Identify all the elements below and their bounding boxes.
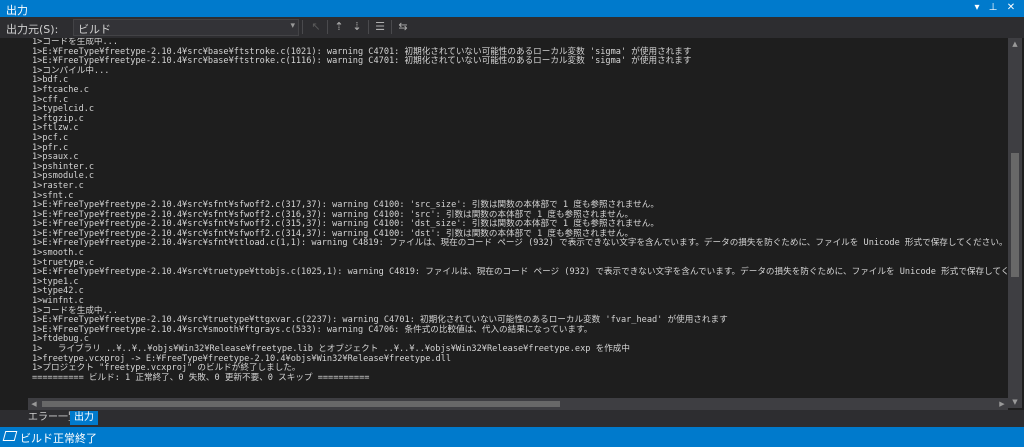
output-line: 1>ftlzw.c	[32, 123, 79, 134]
tab-output[interactable]: 出力	[70, 411, 98, 425]
output-line: 1>typelcid.c	[32, 104, 95, 115]
output-text-area[interactable]: 1>コードを生成中... 1>E:¥FreeType¥freetype-2.10.…	[28, 38, 1008, 398]
toolbar-separator	[391, 20, 392, 34]
output-toolbar: 出力元(S): ビルド ▾ ↖ ⇡ ⇣ ☰ ⇆	[0, 17, 1024, 38]
vertical-scroll-thumb[interactable]	[1011, 153, 1019, 277]
horizontal-scroll-thumb[interactable]	[42, 401, 560, 407]
output-line: 1>E:¥FreeType¥freetype-2.10.4¥src¥base¥f…	[32, 56, 692, 67]
output-line: 1>pshinter.c	[32, 161, 95, 172]
output-line: 1>pfr.c	[32, 142, 69, 153]
scroll-left-icon[interactable]: ◀	[28, 398, 40, 410]
status-bar: ビルド正常終了	[0, 427, 1024, 447]
goto-location-icon[interactable]: ↖	[308, 19, 324, 35]
output-line: 1>psaux.c	[32, 152, 79, 163]
output-line: 1>E:¥FreeType¥freetype-2.10.4¥src¥smooth…	[32, 324, 593, 335]
scroll-down-icon[interactable]: ▼	[1008, 396, 1022, 408]
next-message-icon[interactable]: ⇣	[349, 19, 365, 35]
vertical-scrollbar[interactable]: ▲ ▼	[1008, 38, 1022, 408]
build-status-icon	[2, 431, 18, 441]
output-line: 1>E:¥FreeType¥freetype-2.10.4¥src¥sfnt¥t…	[32, 238, 1008, 249]
output-gutter	[0, 38, 28, 398]
output-line: 1>winfnt.c	[32, 296, 84, 307]
source-value: ビルド	[78, 23, 111, 36]
output-window-titlebar: 出力 ▾ ⊥ ✕	[0, 0, 1024, 17]
source-dropdown[interactable]: ビルド ▾	[73, 19, 299, 36]
previous-message-icon[interactable]: ⇡	[331, 19, 347, 35]
output-line: 1>ftgzip.c	[32, 113, 84, 124]
output-line: 1>raster.c	[32, 180, 84, 191]
chevron-down-icon: ▾	[290, 21, 295, 31]
toolbar-separator	[302, 20, 303, 34]
scroll-right-icon[interactable]: ▶	[996, 398, 1008, 410]
output-line: 1>ftcache.c	[32, 84, 89, 95]
output-line: 1>bdf.c	[32, 75, 69, 86]
output-line: 1>type42.c	[32, 286, 84, 297]
scroll-up-icon[interactable]: ▲	[1008, 38, 1022, 50]
word-wrap-icon[interactable]: ⇆	[395, 19, 411, 35]
output-line: 1>type1.c	[32, 276, 79, 287]
source-label: 出力元(S):	[6, 23, 59, 36]
close-icon[interactable]: ✕	[1004, 1, 1018, 15]
output-line: 1>E:¥FreeType¥freetype-2.10.4¥src¥truety…	[32, 267, 1008, 278]
toolbar-separator	[368, 20, 369, 34]
window-title: 出力	[6, 4, 28, 17]
pin-icon[interactable]: ⊥	[986, 1, 1000, 15]
toolbar-separator	[327, 20, 328, 34]
output-line: 1>smooth.c	[32, 248, 84, 259]
clear-all-icon[interactable]: ☰	[372, 19, 388, 35]
panel-tab-bar: エラー一覧 出力	[0, 410, 1024, 427]
horizontal-scrollbar[interactable]: ◀ ▶	[28, 398, 1008, 410]
output-line: 1>コンパイル中...	[32, 65, 110, 76]
output-line: ========== ビルド: 1 正常終了、0 失敗、0 更新不要、0 スキッ…	[32, 372, 370, 383]
status-text: ビルド正常終了	[20, 432, 97, 445]
output-line: 1>cff.c	[32, 94, 69, 105]
output-line: 1>pcf.c	[32, 132, 69, 143]
output-line: 1>psmodule.c	[32, 171, 95, 182]
window-menu-icon[interactable]: ▾	[970, 1, 984, 15]
